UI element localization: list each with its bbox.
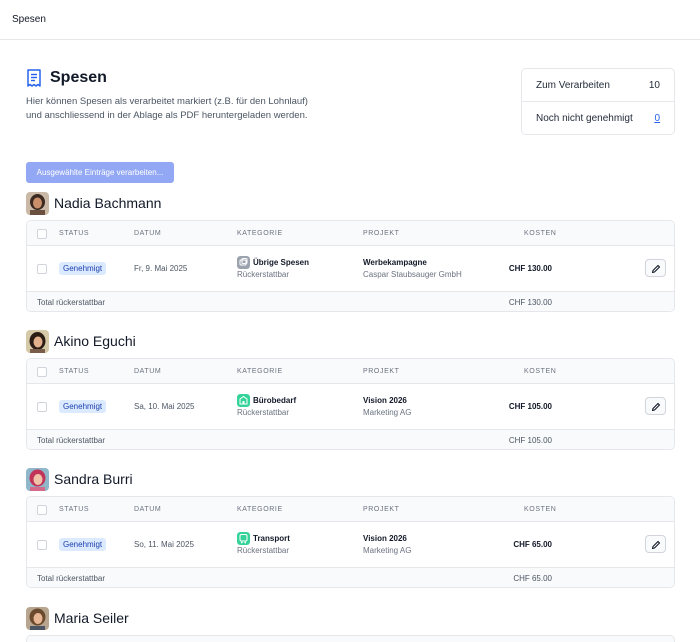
avatar — [26, 468, 49, 491]
pencil-icon — [651, 402, 661, 412]
edit-button[interactable] — [645, 259, 666, 277]
transport-icon — [237, 532, 250, 545]
total-label: Total rückerstattbar — [37, 436, 106, 445]
column-header-status: STATUS — [59, 230, 90, 237]
process-selected-button[interactable]: Ausgewählte Einträge verarbeiten... — [26, 162, 174, 183]
expense-date: So, 11. Mai 2025 — [134, 540, 194, 549]
project-name: Werbekampagne — [363, 258, 427, 267]
column-header-status: STATUS — [59, 368, 90, 375]
edit-button[interactable] — [645, 535, 666, 553]
table-footer: Total rückerstattbar CHF 130.00 — [27, 291, 674, 311]
expense-table: STATUS DATUM KATEGORIE PROJEKT KOSTEN Ge… — [26, 220, 675, 312]
status-badge: Genehmigt — [59, 400, 107, 413]
column-header-cost: KOSTEN — [524, 230, 557, 237]
table-row[interactable]: Genehmigt So, 11. Mai 2025 Transport Rüc… — [27, 522, 674, 567]
expense-date: Sa, 10. Mai 2025 — [134, 402, 195, 411]
category-name: Transport — [253, 534, 290, 543]
column-header-status: STATUS — [59, 506, 90, 513]
person-name: Akino Eguchi — [54, 333, 136, 349]
total-amount: CHF 105.00 — [508, 436, 552, 445]
select-all-checkbox[interactable] — [37, 367, 47, 377]
project-name: Vision 2026 — [363, 534, 407, 543]
table-row[interactable]: Genehmigt Sa, 10. Mai 2025 Bürobedarf Rü… — [27, 384, 674, 429]
person-name: Sandra Burri — [54, 471, 133, 487]
table-header: STATUS DATUM KATEGORIE PROJEKT KOSTEN — [27, 221, 674, 246]
topbar-title: Spesen — [12, 14, 46, 25]
pencil-icon — [651, 540, 661, 550]
table-footer: Total rückerstattbar CHF 65.00 — [27, 567, 674, 587]
table-header: STATUS DATUM KATEGORIE PROJEKT KOSTEN — [27, 359, 674, 384]
total-label: Total rückerstattbar — [37, 574, 106, 583]
expense-table: STATUS DATUM KATEGORIE PROJEKT KOSTEN Ge… — [26, 358, 675, 450]
select-all-checkbox[interactable] — [37, 229, 47, 239]
person-group: Maria Seiler — [26, 607, 675, 642]
category-sub: Rückerstattbar — [237, 270, 290, 279]
status-badge: Genehmigt — [59, 262, 107, 275]
column-header-project: PROJEKT — [363, 230, 400, 237]
expense-cost: CHF 65.00 — [513, 540, 552, 549]
stat-label: Zum Verarbeiten — [536, 80, 610, 91]
table-footer: Total rückerstattbar CHF 105.00 — [27, 429, 674, 449]
person-name: Nadia Bachmann — [54, 195, 162, 211]
select-all-checkbox[interactable] — [37, 505, 47, 515]
status-badge: Genehmigt — [59, 538, 107, 551]
category-name: Übrige Spesen — [253, 258, 310, 267]
column-header-category: KATEGORIE — [237, 506, 283, 513]
receipt-icon — [27, 69, 41, 87]
column-header-date: DATUM — [134, 506, 162, 513]
column-header-project: PROJEKT — [363, 368, 400, 375]
stat-value-link[interactable]: 0 — [654, 113, 660, 124]
column-header-category: KATEGORIE — [237, 230, 283, 237]
stat-value: 10 — [648, 80, 660, 91]
top-bar: Spesen — [0, 0, 700, 40]
total-label: Total rückerstattbar — [37, 298, 106, 307]
page-title: Spesen — [50, 69, 107, 86]
avatar — [26, 330, 49, 353]
column-header-date: DATUM — [134, 230, 162, 237]
edit-button[interactable] — [645, 397, 666, 415]
stat-label: Noch nicht genehmigt — [536, 113, 633, 124]
category-sub: Rückerstattbar — [237, 408, 290, 417]
total-amount: CHF 130.00 — [508, 298, 552, 307]
column-header-cost: KOSTEN — [524, 506, 557, 513]
row-checkbox[interactable] — [37, 402, 47, 412]
project-name: Vision 2026 — [363, 396, 407, 405]
expense-cost: CHF 130.00 — [508, 264, 552, 273]
total-amount: CHF 65.00 — [513, 574, 552, 583]
column-header-date: DATUM — [134, 368, 162, 375]
stat-to-process: Zum Verarbeiten 10 — [522, 69, 674, 102]
avatar — [26, 607, 49, 630]
category-name: Bürobedarf — [253, 396, 297, 405]
person-name: Maria Seiler — [54, 610, 129, 626]
expense-date: Fr, 9. Mai 2025 — [134, 264, 188, 273]
column-header-category: KATEGORIE — [237, 368, 283, 375]
page-description: Hier können Spesen als verarbeitet marki… — [26, 96, 308, 121]
column-header-cost: KOSTEN — [524, 368, 557, 375]
expense-table — [26, 635, 675, 642]
stats-panel: Zum Verarbeiten 10 Noch nicht genehmigt … — [521, 68, 675, 135]
misc-icon — [237, 256, 250, 269]
column-header-project: PROJEKT — [363, 506, 400, 513]
table-row[interactable]: Genehmigt Fr, 9. Mai 2025 Übrige Spesen … — [27, 246, 674, 291]
pencil-icon — [651, 264, 661, 274]
category-sub: Rückerstattbar — [237, 546, 290, 555]
row-checkbox[interactable] — [37, 540, 47, 550]
stat-not-approved: Noch nicht genehmigt 0 — [522, 102, 674, 135]
row-checkbox[interactable] — [37, 264, 47, 274]
expense-cost: CHF 105.00 — [508, 402, 552, 411]
client-name: Caspar Staubsauger GmbH — [363, 270, 462, 279]
client-name: Marketing AG — [363, 546, 412, 555]
avatar — [26, 192, 49, 215]
table-header: STATUS DATUM KATEGORIE PROJEKT KOSTEN — [27, 497, 674, 522]
client-name: Marketing AG — [363, 408, 412, 417]
expense-table: STATUS DATUM KATEGORIE PROJEKT KOSTEN Ge… — [26, 496, 675, 588]
office-supplies-icon — [237, 394, 250, 407]
